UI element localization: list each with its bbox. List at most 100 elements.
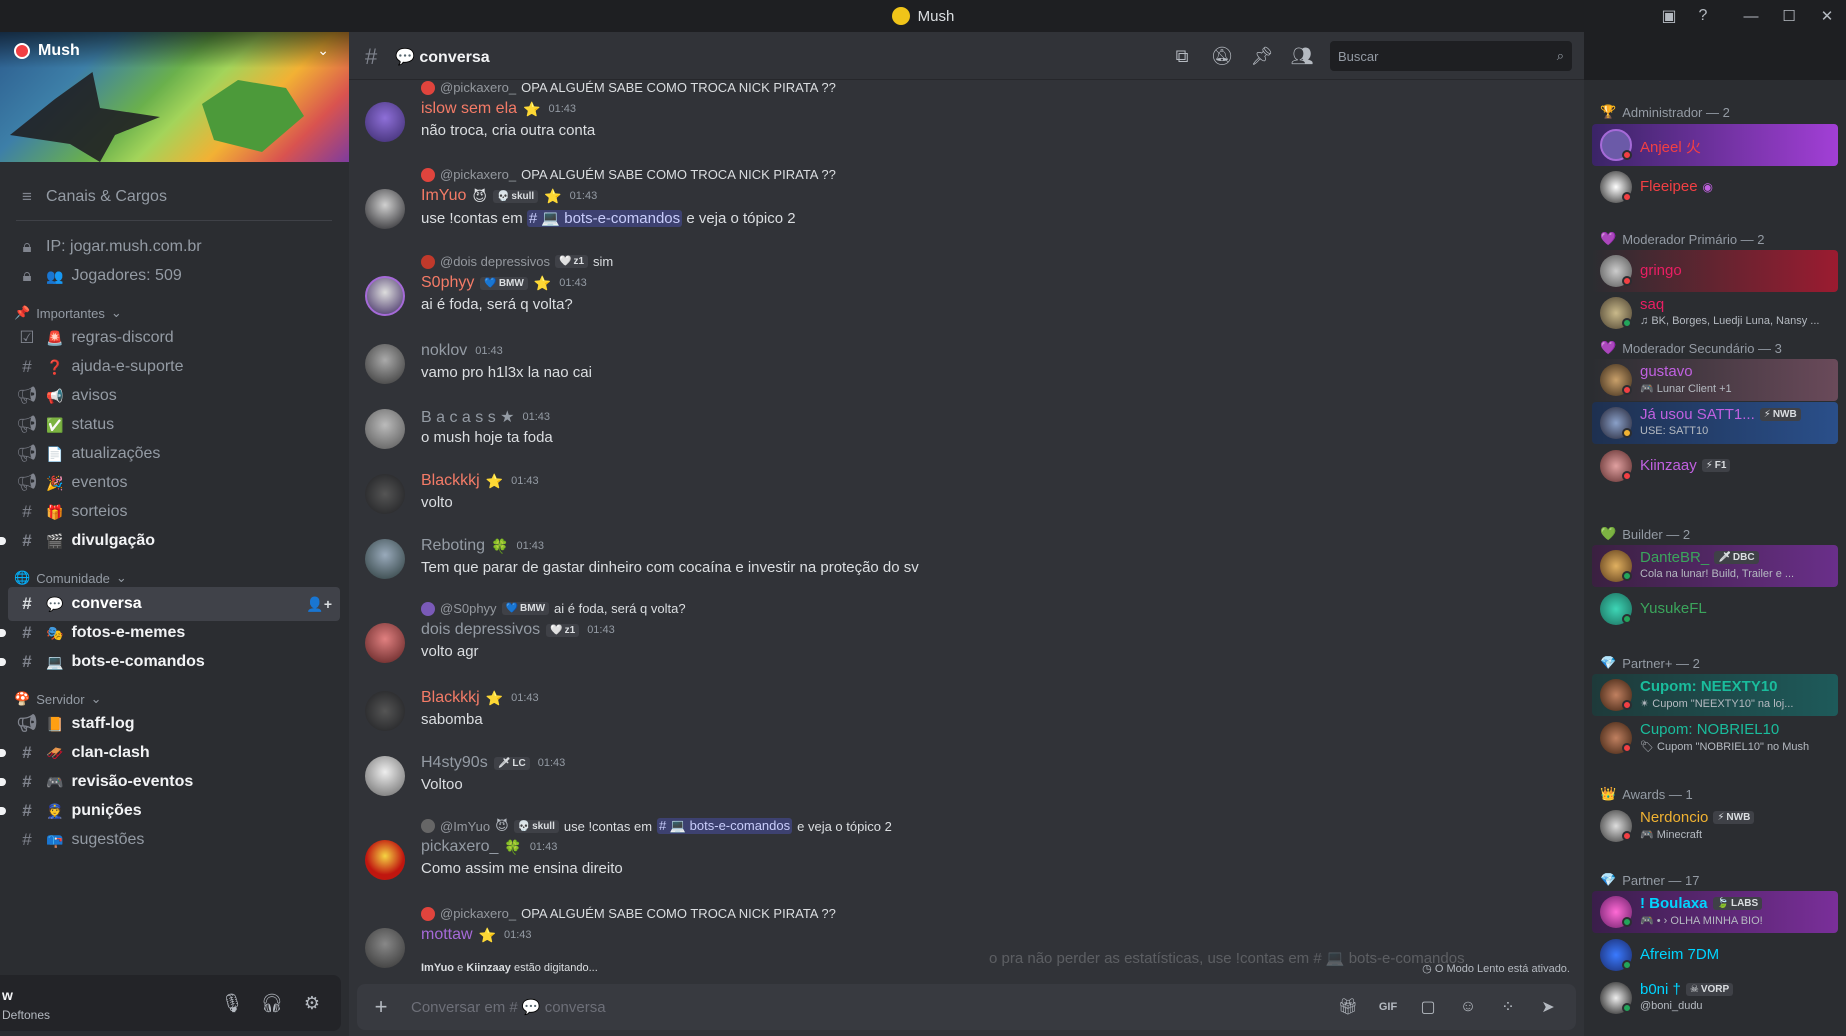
author-name[interactable]: B a c a s s ★	[421, 407, 514, 427]
chevron-down-icon[interactable]: ⌄	[317, 42, 329, 59]
message-area[interactable]: @pickaxero_ OPA ALGUÉM SABE COMO TROCA N…	[349, 80, 1584, 1036]
author-name[interactable]: Blackkkj	[421, 689, 480, 707]
avatar[interactable]	[365, 474, 405, 514]
member-item[interactable]: Anjeel 火	[1592, 124, 1838, 166]
avatar[interactable]	[365, 840, 405, 880]
lock-icon: 🔒︎	[22, 237, 32, 256]
badge-icon: ✴	[1640, 698, 1653, 710]
avatar[interactable]	[365, 189, 405, 229]
channel-mention[interactable]: # 💻 bots-e-comandos	[526, 210, 683, 227]
avatar[interactable]	[365, 928, 405, 968]
channel-label: clan-clash	[71, 744, 150, 761]
author-name[interactable]: Blackkkj	[421, 472, 480, 490]
author-name[interactable]: noklov	[421, 342, 467, 360]
member-item[interactable]: Cupom: NEEXTY10 ✴ Cupom "NEEXTY10" na lo…	[1592, 674, 1838, 716]
gif-icon[interactable]: GIF	[1368, 984, 1408, 1030]
microphone-icon[interactable]: 🎙︎	[216, 989, 248, 1017]
author-name[interactable]: S0phyy	[421, 274, 474, 292]
minimize-button[interactable]: —	[1732, 0, 1770, 32]
send-icon[interactable]: ➤	[1528, 984, 1568, 1030]
avatar[interactable]	[365, 102, 405, 142]
member-item[interactable]: Kiinzaay ⚡ F1	[1592, 445, 1838, 487]
sidebar-item-divulgacao[interactable]: # 🎬 divulgação	[0, 524, 340, 558]
reply-preview[interactable]: @pickaxero_ OPA ALGUÉM SABE COMO TROCA N…	[421, 80, 836, 95]
channel-list[interactable]: ≡ Canais & Cargos 🔒︎ IP: jogar.mush.com.…	[0, 162, 349, 947]
channel-emoji: 🎭	[46, 624, 64, 641]
star-badge-icon: ⭐	[533, 274, 552, 291]
member-item[interactable]: gringo	[1592, 250, 1838, 292]
gift-icon[interactable]: 🎁︎	[1328, 984, 1368, 1030]
channels-and-roles[interactable]: ≡ Canais & Cargos	[8, 180, 340, 214]
member-item[interactable]: Cupom: NOBRIEL10 🏷 Cupom "NOBRIEL10" no …	[1592, 717, 1838, 759]
headphones-icon[interactable]: 🎧︎	[256, 989, 288, 1017]
member-item[interactable]: Já usou SATT1... ⚡ NWB USE: SATT10	[1592, 402, 1838, 444]
reply-preview[interactable]: @S0phyy 💙 BMW ai é foda, será q volta?	[421, 601, 686, 616]
threads-icon[interactable]: ⧉	[1162, 40, 1202, 72]
guild-banner[interactable]: Mush ⌄	[0, 32, 349, 162]
author-name[interactable]: ImYuo	[421, 187, 466, 205]
reply-preview[interactable]: @dois depressivos 🤍 z1 sim	[421, 254, 613, 269]
sticker-icon[interactable]: ▢	[1408, 984, 1448, 1030]
maximize-button[interactable]: ☐	[1770, 0, 1808, 32]
member-list-icon[interactable]: 👥︎	[1282, 40, 1322, 72]
member-item[interactable]: Fleeipee ◉	[1592, 166, 1838, 208]
chevron-down-icon: ⌄	[110, 305, 122, 320]
apps-icon[interactable]: ⁘	[1488, 984, 1528, 1030]
member-item[interactable]: ! Boulaxa 🍃 LABS 🎮 • › OLHA MINHA BIO!	[1592, 891, 1838, 933]
sidebar-item-sugestoes[interactable]: # 📪 sugestões	[8, 823, 340, 857]
settings-gear-icon[interactable]: ⚙	[296, 989, 328, 1017]
member-item[interactable]: Afreim 7DM	[1592, 934, 1838, 976]
role-header: 💎 Partner — 17	[1600, 872, 1700, 888]
clan-tag: 🗡 DBC	[1714, 551, 1759, 564]
author-name[interactable]: pickaxero_	[421, 838, 498, 856]
member-item[interactable]: saq ♫ BK, Borges, Luedji Luna, Nansy ...	[1592, 292, 1838, 334]
channel-mention[interactable]: # 💻 bots-e-comandos	[657, 818, 793, 834]
search-input[interactable]: Buscar ⌕	[1330, 41, 1572, 71]
message-input[interactable]: Conversar em # 💬 conversa	[411, 998, 606, 1016]
help-icon[interactable]: ?	[1686, 0, 1720, 32]
status-idle-icon	[1622, 428, 1632, 438]
close-button[interactable]: ✕	[1808, 0, 1846, 32]
author-name[interactable]: islow sem ela	[421, 100, 517, 118]
author-name[interactable]: mottaw	[421, 926, 473, 944]
category-importantes[interactable]: 📌 Importantes ⌄	[14, 305, 122, 321]
sidebar-item-bots-e-comandos[interactable]: # 💻 bots-e-comandos	[0, 645, 340, 679]
reply-preview[interactable]: @ImYuo 😈 💀 skull use !contas em # 💻 bots-…	[421, 818, 892, 834]
pinned-messages-icon[interactable]: 📌︎	[1242, 40, 1282, 72]
emoji-icon[interactable]: ☺	[1448, 984, 1488, 1030]
member-item[interactable]: YusukeFL	[1592, 588, 1838, 630]
reply-preview[interactable]: @pickaxero_ OPA ALGUÉM SABE COMO TROCA N…	[421, 906, 836, 921]
member-item[interactable]: Nerdoncio ⚡ NWB 🎮 Minecraft	[1592, 805, 1838, 847]
faded-message-content: o pra não perder as estatísticas, use !c…	[989, 950, 1465, 967]
author-name[interactable]: H4sty90s	[421, 754, 488, 772]
inbox-icon[interactable]: ▣	[1652, 0, 1686, 32]
avatar[interactable]	[365, 756, 405, 796]
hash-icon: #	[22, 801, 32, 820]
member-item[interactable]: b0ni † ☠ VORP @boni_dudu	[1592, 977, 1838, 1019]
info-channel-players[interactable]: 🔒︎ 👥 Jogadores: 509	[8, 259, 340, 293]
avatar[interactable]	[365, 276, 405, 316]
message-composer[interactable]: + Conversar em # 💬 conversa 🎁︎ GIF ▢ ☺ ⁘…	[357, 984, 1576, 1030]
add-attachment-icon[interactable]: +	[361, 984, 401, 1030]
add-member-icon[interactable]: 👤+	[306, 596, 332, 613]
avatar[interactable]	[365, 344, 405, 384]
avatar[interactable]	[365, 623, 405, 663]
author-name[interactable]: dois depressivos	[421, 621, 540, 639]
avatar[interactable]	[365, 409, 405, 449]
avatar[interactable]	[365, 691, 405, 731]
author-name[interactable]: Reboting	[421, 537, 485, 555]
member-item[interactable]: DanteBR_ 🗡 DBC Cola na lunar! Build, Trail…	[1592, 545, 1838, 587]
user-name[interactable]: w	[2, 987, 13, 1003]
member-item[interactable]: gustavo 🎮 Lunar Client +1	[1592, 359, 1838, 401]
guild-icon	[14, 43, 30, 59]
member-list[interactable]: 🏆 Administrador — 2 Anjeel 火 Fleeipee ◉ 💜 M…	[1584, 80, 1846, 1036]
guild-name[interactable]: Mush	[14, 42, 80, 60]
category-servidor[interactable]: 🍄 Servidor ⌄	[14, 691, 102, 707]
hash-icon: #	[22, 772, 32, 791]
notification-bell-muted-icon[interactable]: 🔕︎	[1202, 40, 1242, 72]
skull-badge-icon: 😈	[495, 818, 509, 833]
message-content: volto agr	[421, 643, 479, 660]
avatar[interactable]	[365, 539, 405, 579]
reply-preview[interactable]: @pickaxero_ OPA ALGUÉM SABE COMO TROCA N…	[421, 167, 836, 182]
category-comunidade[interactable]: 🌐 Comunidade ⌄	[14, 570, 127, 586]
